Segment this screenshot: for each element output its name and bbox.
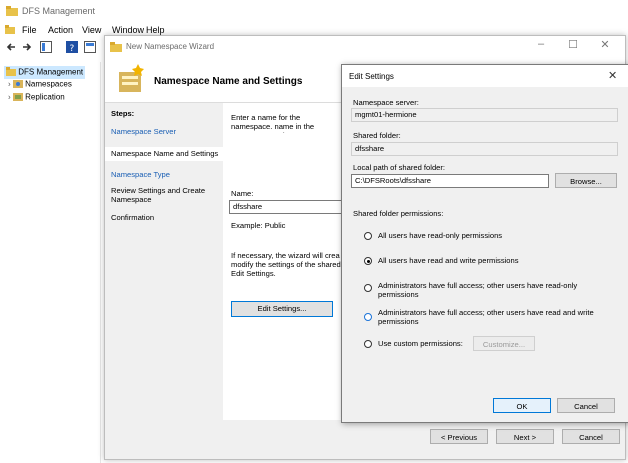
dialog-close-icon[interactable]: ✕ [608,69,617,82]
replication-icon [12,92,23,103]
step-namespace-name-and-settings[interactable]: Namespace Name and Settings [105,147,223,161]
chevron-right-icon[interactable]: › [8,93,11,102]
dfs-folder-icon [6,67,16,78]
steps-heading: Steps: [111,109,135,118]
radio-read-write[interactable] [364,257,372,265]
show-hide-tree-icon[interactable] [40,41,52,55]
option-read-write-label: All users have read and write permission… [378,256,519,265]
radio-custom-permissions[interactable] [364,340,372,348]
radio-admin-full-others-write[interactable] [364,313,372,321]
step-namespace-type[interactable]: Namespace Type [111,170,223,179]
menu-bar: File Action View Window Help [0,22,628,36]
toolbar: ? [0,38,108,56]
namespace-server-field: mgmt01-hermione [351,108,618,122]
close-icon[interactable]: ✕ [591,38,619,54]
navigation-tree: DFS Management › Namespaces › Replicatio… [0,62,101,463]
dialog-title: Edit Settings [349,72,394,81]
dfs-app-icon [6,5,18,16]
option-custom-permissions-label: Use custom permissions: [378,339,463,348]
option-admin-full-others-read-label: Administrators have full access; other u… [378,281,578,299]
tree-item-namespaces-label: Namespaces [25,79,72,89]
chevron-right-icon[interactable]: › [8,80,11,89]
edit-settings-dialog: Edit Settings ✕ Namespace server: mgmt01… [341,64,628,423]
radio-read-only[interactable] [364,232,372,240]
wizard-footer: < Previous Next > Cancel [223,420,625,459]
console-icon [5,25,15,36]
dialog-titlebar: Edit Settings ✕ [342,65,628,87]
edit-settings-button[interactable]: Edit Settings... [231,301,333,317]
tree-item-namespaces[interactable]: › Namespaces [8,79,72,90]
menu-window[interactable]: Window [112,25,144,35]
customize-button: Customize... [473,336,535,351]
step-confirmation: Confirmation [111,213,155,222]
step-namespace-server[interactable]: Namespace Server [111,127,223,136]
shared-folder-field: dfsshare [351,142,618,156]
option-read-only-label: All users have read-only permissions [378,231,503,240]
wizard-intro-text: Enter a name for the namespace. name in … [231,113,315,133]
app-title: DFS Management [22,6,96,16]
browse-button[interactable]: Browse... [555,173,617,188]
wizard-page-heading: Namespace Name and Settings [154,76,303,87]
shared-folder-label: Shared folder: [353,131,401,140]
wizard-title: New Namespace Wizard [126,42,215,51]
wizard-titlebar: New Namespace Wizard – ☐ ✕ [105,36,625,58]
tree-item-replication-label: Replication [25,92,65,102]
help-icon[interactable]: ? [66,41,78,55]
step-review-settings: Review Settings and Create Namespace [111,186,206,204]
svg-text:?: ? [70,44,75,53]
next-button[interactable]: Next > [496,429,554,444]
minimize-icon[interactable]: – [527,38,555,54]
namespace-server-label: Namespace server: [353,98,419,107]
menu-file[interactable]: File [22,25,37,35]
back-arrow-icon[interactable] [6,42,16,54]
wizard-app-icon [110,41,122,54]
maximize-icon[interactable]: ☐ [559,38,587,54]
tree-root-label: DFS Management [18,67,84,77]
dialog-cancel-button[interactable]: Cancel [557,398,615,413]
menu-help[interactable]: Help [146,25,165,35]
namespaces-icon [12,79,23,90]
namespace-wizard-icon [116,62,146,98]
forward-arrow-icon[interactable] [22,42,32,54]
wizard-cancel-button[interactable]: Cancel [562,429,620,444]
permissions-label: Shared folder permissions: [353,209,444,218]
namespace-name-input[interactable]: dfsshare [229,200,343,214]
tree-item-replication[interactable]: › Replication [8,92,65,103]
previous-button[interactable]: < Previous [430,429,488,444]
local-path-label: Local path of shared folder: [353,163,446,172]
name-label: Name: [231,189,254,198]
option-admin-full-others-write-label: Administrators have full access; other u… [378,308,594,326]
wizard-steps-pane: Steps: Namespace Server Namespace Name a… [105,103,223,459]
radio-admin-full-others-read[interactable] [364,284,372,292]
app-titlebar: DFS Management [0,0,628,22]
wizard-note-text: If necessary, the wizard will crea modif… [231,251,341,278]
menu-view[interactable]: View [82,25,101,35]
example-text: Example: Public [231,221,286,230]
tree-root-dfs-management[interactable]: DFS Management [4,66,86,79]
menu-action[interactable]: Action [48,25,73,35]
ok-button[interactable]: OK [493,398,551,413]
local-path-input[interactable]: C:\DFSRoots\dfsshare [351,174,549,188]
properties-icon[interactable] [84,41,96,55]
